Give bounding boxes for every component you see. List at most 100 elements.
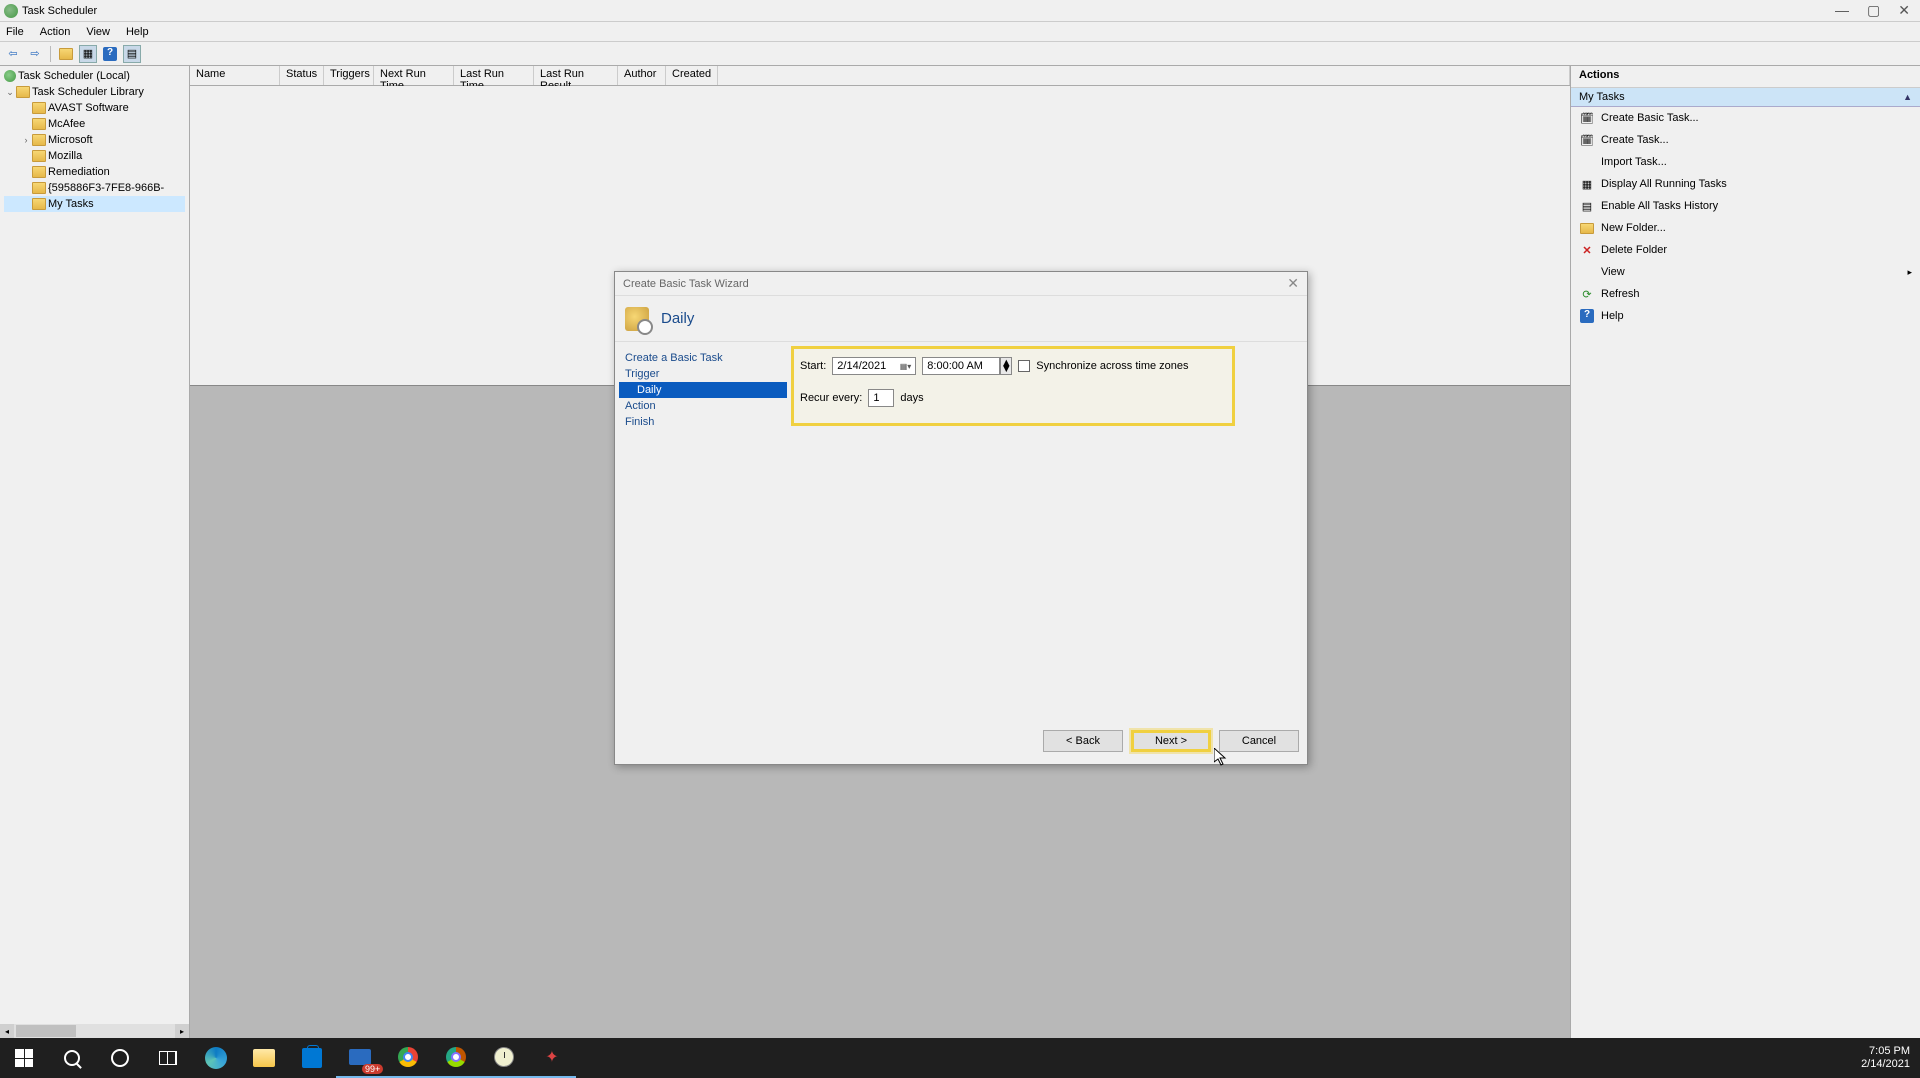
col-name[interactable]: Name xyxy=(190,66,280,85)
import-icon xyxy=(1579,154,1595,170)
action-delete-folder[interactable]: ✕Delete Folder xyxy=(1571,239,1920,261)
start-button[interactable] xyxy=(0,1038,48,1078)
wiz-action[interactable]: Action xyxy=(619,398,787,414)
form-highlight: Start: 2/14/2021 ▦▾ 8:00:00 AM ▲▼ Synchr… xyxy=(791,346,1235,426)
col-created[interactable]: Created xyxy=(666,66,718,85)
action-create-basic-task[interactable]: 🗓Create Basic Task... xyxy=(1571,107,1920,129)
calendar-dropdown-icon[interactable]: ▦▾ xyxy=(900,362,912,371)
actions-section[interactable]: My Tasks ▲ xyxy=(1571,88,1920,107)
folder-icon xyxy=(32,102,46,114)
action-import-task[interactable]: Import Task... xyxy=(1571,151,1920,173)
col-last-run[interactable]: Last Run Time xyxy=(454,66,534,85)
col-last-result[interactable]: Last Run Result xyxy=(534,66,618,85)
col-triggers[interactable]: Triggers xyxy=(324,66,374,85)
col-next-run[interactable]: Next Run Time xyxy=(374,66,454,85)
tree-scrollbar[interactable]: ◂ ▸ xyxy=(0,1024,189,1038)
menu-file[interactable]: File xyxy=(6,26,24,38)
maximize-button[interactable]: ▢ xyxy=(1867,2,1880,19)
chrome2-button[interactable] xyxy=(432,1038,480,1078)
tree-library[interactable]: ⌄ Task Scheduler Library xyxy=(4,84,185,100)
chrome-icon xyxy=(398,1047,418,1067)
tree-item-mytasks[interactable]: My Tasks xyxy=(4,196,185,212)
scroll-thumb[interactable] xyxy=(16,1025,76,1037)
folder-icon xyxy=(32,166,46,178)
scroll-right-icon[interactable]: ▸ xyxy=(175,1024,189,1038)
action-help[interactable]: ?Help xyxy=(1571,305,1920,327)
wiz-daily[interactable]: Daily xyxy=(619,382,787,398)
search-button[interactable] xyxy=(48,1038,96,1078)
tray-clock[interactable]: 7:05 PM 2/14/2021 xyxy=(1861,1045,1910,1071)
forward-button[interactable]: ⇨ xyxy=(26,45,44,63)
store-button[interactable] xyxy=(288,1038,336,1078)
chrome-button[interactable] xyxy=(384,1038,432,1078)
action-enable-history[interactable]: ▤Enable All Tasks History xyxy=(1571,195,1920,217)
scroll-left-icon[interactable]: ◂ xyxy=(0,1024,14,1038)
wiz-finish[interactable]: Finish xyxy=(619,414,787,430)
back-button[interactable]: < Back xyxy=(1043,730,1123,752)
cancel-button[interactable]: Cancel xyxy=(1219,730,1299,752)
cortana-button[interactable] xyxy=(96,1038,144,1078)
folder-icon xyxy=(32,150,46,162)
col-spacer xyxy=(718,66,1570,85)
menu-action[interactable]: Action xyxy=(40,26,71,38)
menu-help[interactable]: Help xyxy=(126,26,149,38)
expand-toggle[interactable]: ⌄ xyxy=(4,87,16,98)
col-author[interactable]: Author xyxy=(618,66,666,85)
minimize-button[interactable]: — xyxy=(1835,2,1849,19)
camera-icon xyxy=(349,1049,371,1065)
folder-icon xyxy=(16,86,30,98)
banner-title: Daily xyxy=(661,310,694,327)
action-new-folder[interactable]: New Folder... xyxy=(1571,217,1920,239)
action-view[interactable]: View▸ xyxy=(1571,261,1920,283)
folder-icon xyxy=(32,182,46,194)
dialog-close-button[interactable]: ✕ xyxy=(1287,275,1299,292)
action-display-running[interactable]: ▦Display All Running Tasks xyxy=(1571,173,1920,195)
time-input[interactable]: 8:00:00 AM xyxy=(922,357,1000,375)
chrome-icon xyxy=(446,1047,466,1067)
close-button[interactable]: ✕ xyxy=(1898,2,1910,19)
tree-item-avast[interactable]: AVAST Software xyxy=(4,100,185,116)
wizard-content: Start: 2/14/2021 ▦▾ 8:00:00 AM ▲▼ Synchr… xyxy=(791,342,1307,718)
toolbar-extra-button[interactable]: ▤ xyxy=(123,45,141,63)
taskview-button[interactable] xyxy=(144,1038,192,1078)
explorer-button[interactable] xyxy=(240,1038,288,1078)
list-header: Name Status Triggers Next Run Time Last … xyxy=(190,66,1570,86)
action-create-task[interactable]: 🗓Create Task... xyxy=(1571,129,1920,151)
properties-button[interactable]: ▦ xyxy=(79,45,97,63)
action-refresh[interactable]: ⟳Refresh xyxy=(1571,283,1920,305)
app-button[interactable]: ✦ xyxy=(528,1038,576,1078)
tree-item-mozilla[interactable]: Mozilla xyxy=(4,148,185,164)
date-input[interactable]: 2/14/2021 ▦▾ xyxy=(832,357,916,375)
dialog-titlebar: Create Basic Task Wizard ✕ xyxy=(615,272,1307,296)
folder-icon xyxy=(32,134,46,146)
tree-item-guid[interactable]: {595886F3-7FE8-966B- xyxy=(4,180,185,196)
wiz-trigger[interactable]: Trigger xyxy=(619,366,787,382)
tree-root[interactable]: Task Scheduler (Local) xyxy=(4,68,185,84)
chevron-up-icon: ▲ xyxy=(1903,92,1912,102)
up-button[interactable] xyxy=(57,45,75,63)
expand-toggle[interactable]: › xyxy=(20,135,32,145)
edge-button[interactable] xyxy=(192,1038,240,1078)
scheduler-icon xyxy=(4,70,16,82)
next-button[interactable]: Next > xyxy=(1131,730,1211,752)
recur-input[interactable] xyxy=(868,389,894,407)
help-toolbar-button[interactable]: ? xyxy=(101,45,119,63)
time-spinner[interactable]: ▲▼ xyxy=(1000,357,1012,375)
tree-item-microsoft[interactable]: ›Microsoft xyxy=(4,132,185,148)
sync-checkbox[interactable] xyxy=(1018,360,1030,372)
wizard-banner-icon xyxy=(625,307,649,331)
wiz-create[interactable]: Create a Basic Task xyxy=(619,350,787,366)
back-button[interactable]: ⇦ xyxy=(4,45,22,63)
menu-view[interactable]: View xyxy=(86,26,110,38)
col-status[interactable]: Status xyxy=(280,66,324,85)
dialog-banner: Daily xyxy=(615,296,1307,342)
windows-icon xyxy=(15,1049,33,1067)
search-icon xyxy=(64,1050,80,1066)
tree-item-mcafee[interactable]: McAfee xyxy=(4,116,185,132)
recur-label: Recur every: xyxy=(800,392,862,404)
menubar: File Action View Help xyxy=(0,22,1920,42)
camera-button[interactable]: 99+ xyxy=(336,1038,384,1078)
toolbar: ⇦ ⇨ ▦ ? ▤ xyxy=(0,42,1920,66)
scheduler-button[interactable] xyxy=(480,1038,528,1078)
tree-item-remediation[interactable]: Remediation xyxy=(4,164,185,180)
